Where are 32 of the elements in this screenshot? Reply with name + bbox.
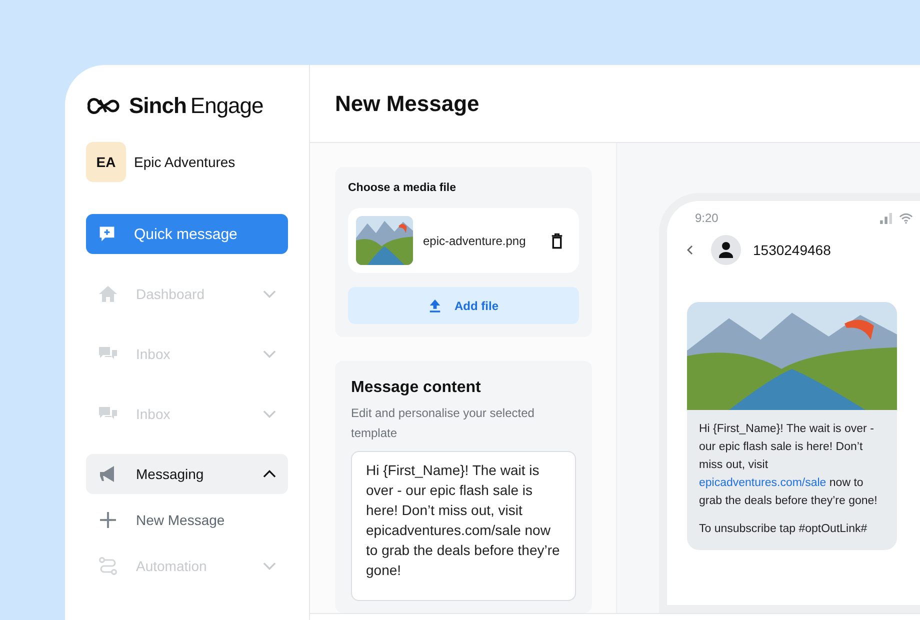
add-file-button[interactable]: Add file xyxy=(348,287,579,324)
unsubscribe-text: To unsubscribe tap #optOutLink# xyxy=(699,522,868,537)
logo-text: Engage xyxy=(190,93,264,119)
file-name: epic-adventure.png xyxy=(423,234,527,248)
status-time: 9:20 xyxy=(695,211,718,225)
section-title: Choose a media file xyxy=(348,182,458,194)
upload-icon xyxy=(428,298,440,313)
signal-icon xyxy=(880,212,893,224)
quick-message-button[interactable]: Quick message xyxy=(86,214,288,254)
sale-link[interactable]: epicadventures.com/sale xyxy=(699,477,826,489)
message-text: Hi {First_Name}! The wait is over - our epic flash sale is here! Don’t miss out, visit epicadventures.com/sale now to grab the deals before they’re gone! xyxy=(699,422,878,509)
trash-icon[interactable] xyxy=(551,232,563,248)
chevron-icon[interactable] xyxy=(263,470,276,478)
message-plus-icon xyxy=(98,225,116,243)
contact-number: 1530249468 xyxy=(753,242,831,258)
section-title: Message content xyxy=(351,379,482,397)
nav-item[interactable]: Messaging xyxy=(86,454,288,494)
nav-item[interactable]: New Message xyxy=(86,500,288,540)
person-avatar-icon xyxy=(711,235,741,265)
section-subtitle: Edit and personalise your selected template xyxy=(351,405,536,442)
logo-text: Sinch xyxy=(129,93,186,119)
wifi-icon xyxy=(899,212,913,224)
logo-icon xyxy=(86,97,122,115)
plus-icon xyxy=(98,510,118,530)
account-avatar: EA xyxy=(86,142,126,182)
account-name: Epic Adventures xyxy=(134,154,236,170)
home-icon xyxy=(98,284,118,304)
page-title: New Message xyxy=(335,90,480,116)
back-icon[interactable] xyxy=(687,245,693,255)
flow-icon xyxy=(98,556,118,576)
message-field[interactable]: Hi {First_Name}! The wait is over - our epic flash sale is here! Don’t miss out, visit epicadventures.com/sale now to grab the deals before they’re gone! xyxy=(351,451,576,601)
landscape-thumbnail xyxy=(356,216,413,265)
